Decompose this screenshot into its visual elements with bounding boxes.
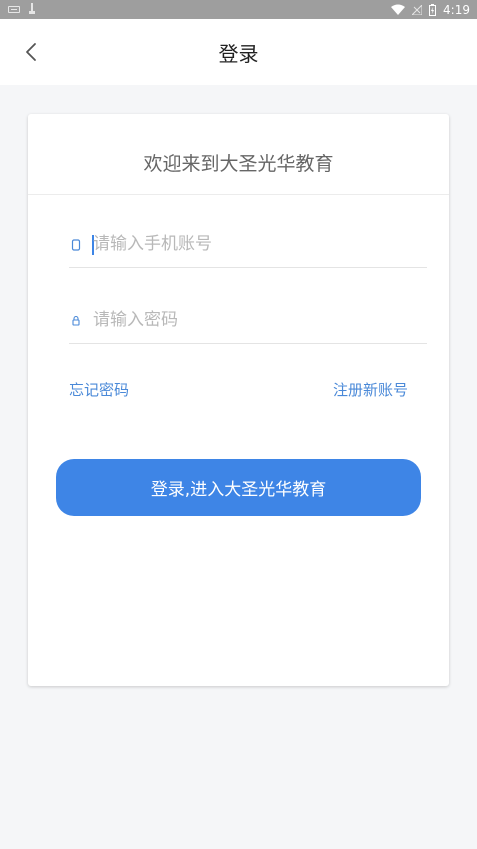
status-right-icons: 4:19: [391, 2, 470, 17]
phone-input[interactable]: [93, 229, 413, 259]
usb-icon: [28, 3, 36, 15]
phone-field: [69, 221, 427, 268]
status-bar: 4:19: [0, 0, 477, 19]
phone-icon: [71, 239, 81, 251]
password-field: [69, 297, 427, 344]
register-link[interactable]: 注册新账号: [333, 379, 408, 400]
login-card: 欢迎来到大圣光华教育 忘记密码 注册新账号 登录,进入大圣光华教育: [28, 114, 449, 686]
status-time: 4:19: [443, 2, 470, 17]
login-button[interactable]: 登录,进入大圣光华教育: [56, 459, 421, 516]
forgot-password-link[interactable]: 忘记密码: [69, 379, 129, 400]
signal-icon: [412, 4, 423, 15]
card-divider: [28, 194, 449, 195]
keyboard-icon: [8, 5, 20, 13]
app-bar: 登录: [0, 19, 477, 85]
password-input[interactable]: [93, 305, 413, 335]
wifi-icon: [391, 4, 406, 15]
page-title: 登录: [218, 42, 259, 66]
status-left-icons: [8, 3, 36, 15]
battery-icon: [429, 3, 437, 16]
lock-icon: [72, 315, 80, 326]
welcome-heading: 欢迎来到大圣光华教育: [143, 153, 334, 175]
